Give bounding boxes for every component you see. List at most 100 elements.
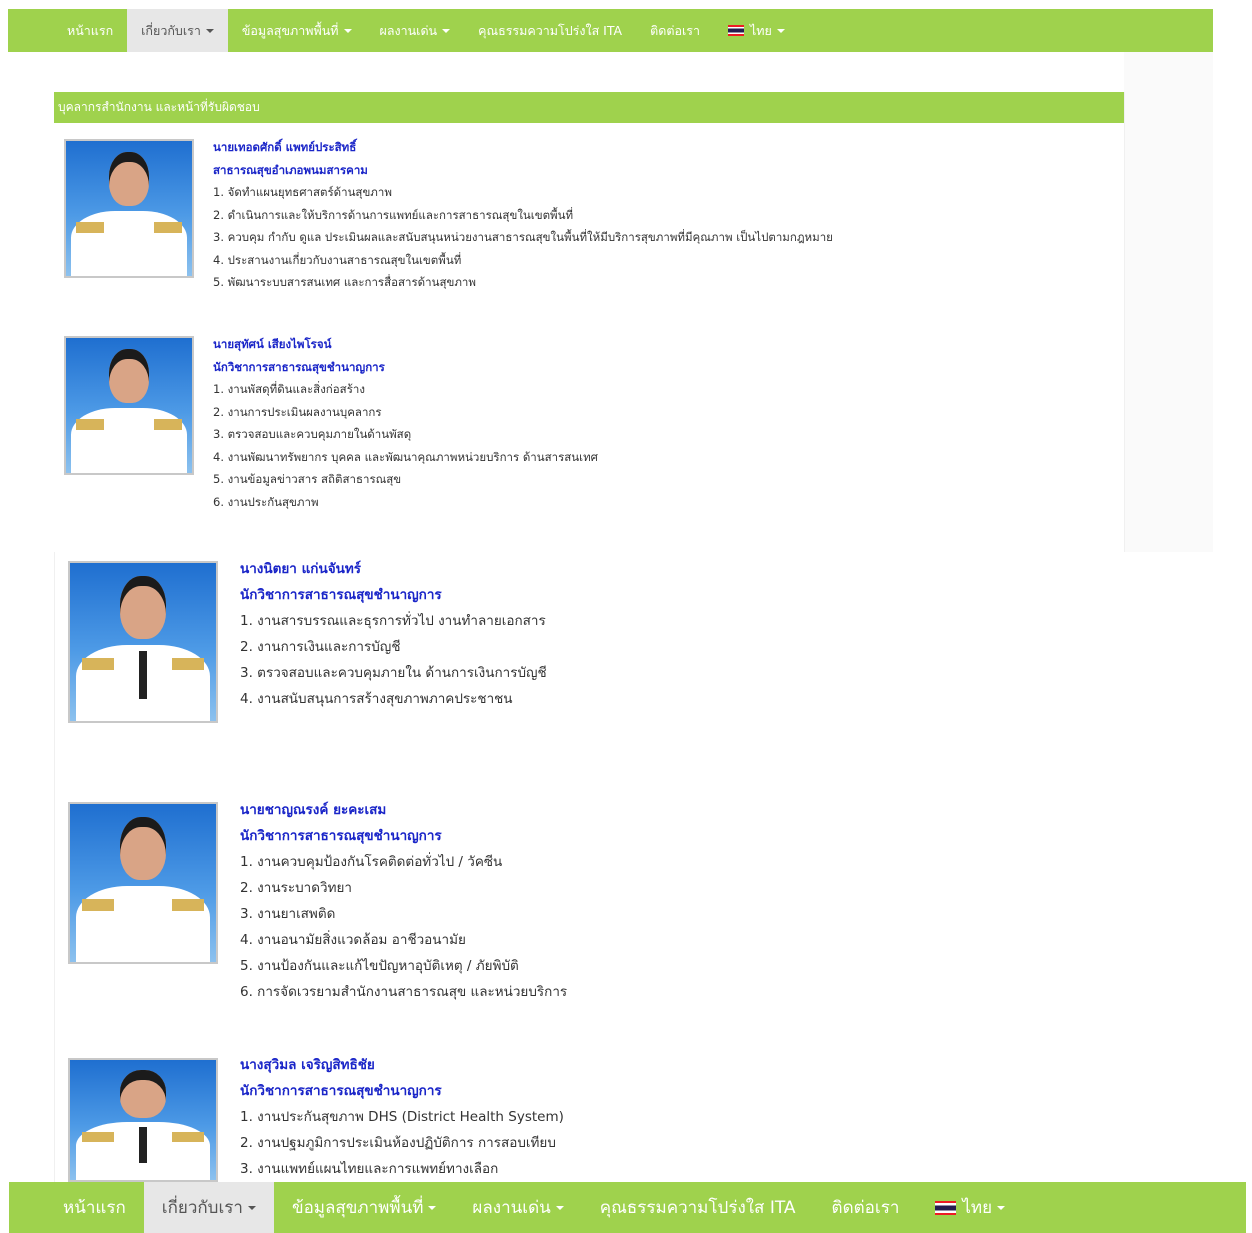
epaulette [172,898,205,912]
nav-language-dropdown[interactable]: ไทย [917,1182,1023,1233]
staff-position: นักวิชาการสาธารณสุขชำนาญการ [213,359,385,374]
nav-health-data-dropdown[interactable]: ข้อมูลสุขภาพพื้นที่ [228,9,366,52]
top-navbar: หน้าแรก เกี่ยวกับเรา ข้อมูลสุขภาพพื้นที่… [8,9,1213,52]
nav-home-link[interactable]: หน้าแรก [53,9,127,52]
face [119,816,167,880]
nav-label: ติดต่อเรา [831,1198,900,1218]
caret-down-icon [997,1205,1006,1210]
face [108,151,150,206]
duty-item: 3. งานแพทย์แผนไทยและการแพทย์ทางเลือก [240,1161,499,1177]
duty-item: 2. งานการประเมินผลงานบุคลากร [213,404,382,419]
nav-home-link[interactable]: หน้าแรก [45,1182,144,1233]
nav-health-data-dropdown[interactable]: ข้อมูลสุขภาพพื้นที่ [274,1182,454,1233]
epaulette [81,898,114,912]
nav-highlights-dropdown[interactable]: ผลงานเด่น [366,9,465,52]
duty-item: 3. ตรวจสอบและควบคุมภายใน ด้านการเงินการบ… [240,665,547,681]
nav-label: คุณธรรมความโปร่งใส ITA [478,22,623,38]
nav-label: ข้อมูลสุขภาพพื้นที่ [241,22,339,38]
epaulette [154,222,182,233]
face [119,1069,167,1118]
caret-down-icon [555,1205,564,1210]
duty-item: 3. งานยาเสพติด [240,906,336,922]
duty-item: 1. งานสารบรรณและธุรการทั่วไป งานทำลายเอก… [240,613,546,629]
duty-item: 2. งานปฐมภูมิการประเมินห้องปฏิบัติการ กา… [240,1135,556,1151]
duty-item: 4. ประสานงานเกี่ยวกับงานสาธารณสุขในเขตพื… [213,252,462,267]
epaulette [76,222,104,233]
duty-item: 5. งานข้อมูลข่าวสาร สถิติสาธารณสุข [213,472,402,486]
duty-item: 6. การจัดเวรยามสำนักงานสาธารณสุข และหน่ว… [240,984,568,1000]
caret-down-icon [343,28,352,33]
nav-about-dropdown[interactable]: เกี่ยวกับเรา [127,9,228,52]
nav-language-dropdown[interactable]: ไทย [714,9,799,52]
nav-label: ไทย [962,1198,993,1218]
staff-name: นายชาญณรงค์ ยะคะเสม [240,802,387,818]
content-frame [54,552,1214,1182]
staff-name: นางสุวิมล เจริญสิทธิชัย [240,1057,375,1073]
epaulette [81,657,114,671]
epaulette [154,419,182,430]
staff-info: นายเทอดศักดิ์ แพทย์ประสิทธิ์ สาธารณสุขอำ… [213,136,833,294]
thai-flag-icon [935,1200,957,1215]
staff-info: นายสุทัศน์ เสียงไพโรจน์ นักวิชาการสาธารณ… [213,333,598,513]
staff-position: นักวิชาการสาธารณสุขชำนาญการ [240,828,442,844]
nav-contact-link[interactable]: ติดต่อเรา [814,1182,918,1233]
duty-item: 5. พัฒนาระบบสารสนเทศ และการสื่อสารด้านสุ… [213,275,476,289]
face [119,575,167,639]
staff-name: นางนิตยา แก่นจันทร์ [240,561,361,577]
panel-heading: บุคลากรสำนักงาน และหน้าที่รับผิดชอบ [54,92,1124,123]
staff-name: นายสุทัศน์ เสียงไพโรจน์ [213,337,332,351]
duty-item: 1. งานพัสดุที่ดินและสิ่งก่อสร้าง [213,382,365,396]
staff-position: นักวิชาการสาธารณสุขชำนาญการ [240,587,442,603]
duty-item: 2. งานระบาดวิทยา [240,880,352,896]
nav-label: หน้าแรก [63,1198,126,1218]
duty-item: 1. งานควบคุมป้องกันโรคติดต่อทั่วไป / วัค… [240,854,503,870]
staff-name: นายเทอดศักดิ์ แพทย์ประสิทธิ์ [213,140,357,154]
caret-down-icon [205,28,214,33]
staff-info: นายชาญณรงค์ ยะคะเสม นักวิชาการสาธารณสุขช… [240,797,567,1005]
face [108,348,150,403]
duty-item: 3. ตรวจสอบและควบคุมภายในด้านพัสดุ [213,427,412,441]
duty-item: 4. งานอนามัยสิ่งแวดล้อม อาชีวอนามัย [240,932,466,948]
staff-photo [64,336,194,475]
tie [138,651,148,699]
duty-item: 1. จัดทำแผนยุทธศาสตร์ด้านสุขภาพ [213,185,392,199]
nav-label: ข้อมูลสุขภาพพื้นที่ [291,1198,424,1218]
caret-down-icon [247,1205,256,1210]
nav-label: ติดต่อเรา [650,22,700,38]
caret-down-icon [442,28,451,33]
staff-position: นักวิชาการสาธารณสุขชำนาญการ [240,1083,442,1099]
nav-contact-link[interactable]: ติดต่อเรา [636,9,714,52]
nav-ita-link[interactable]: คุณธรรมความโปร่งใส ITA [464,9,636,52]
duty-item: 1. งานประกันสุขภาพ DHS (District Health … [240,1109,564,1125]
nav-highlights-dropdown[interactable]: ผลงานเด่น [454,1182,581,1233]
staff-photo [68,1058,218,1182]
thai-flag-icon [727,25,744,36]
nav-label: หน้าแรก [67,22,114,38]
duty-item: 6. งานประกันสุขภาพ [213,494,319,509]
nav-ita-link[interactable]: คุณธรรมความโปร่งใส ITA [582,1182,814,1233]
nav-label: ผลงานเด่น [472,1198,551,1218]
nav-label: ผลงานเด่น [379,22,438,38]
tie [138,1127,148,1164]
duty-item: 3. ควบคุม กำกับ ดูแล ประเมินผลและสนับสนุ… [213,230,833,244]
nav-label: เกี่ยวกับเรา [161,1198,243,1218]
duty-item: 4. งานพัฒนาทรัพยากร บุคคล และพัฒนาคุณภาพ… [213,449,598,464]
page-margin [1124,52,1213,552]
staff-info: นางสุวิมล เจริญสิทธิชัย นักวิชาการสาธารณ… [240,1052,564,1182]
caret-down-icon [776,28,785,33]
duty-item: 5. งานป้องกันและแก้ไขปัญหาอุบัติเหตุ / ภ… [240,958,519,974]
epaulette [81,1132,114,1142]
duty-item: 2. งานการเงินและการบัญชี [240,639,401,655]
duty-item: 4. งานสนับสนุนการสร้างสุขภาพภาคประชาชน [240,691,513,707]
epaulette [172,1132,205,1142]
staff-info: นางนิตยา แก่นจันทร์ นักวิชาการสาธารณสุขช… [240,556,547,712]
staff-photo [68,561,218,723]
caret-down-icon [428,1205,437,1210]
nav-label: ไทย [749,22,772,38]
nav-about-dropdown[interactable]: เกี่ยวกับเรา [143,1182,274,1233]
staff-position: สาธารณสุขอำเภอพนมสารคาม [213,162,368,177]
sticky-navbar: หน้าแรก เกี่ยวกับเรา ข้อมูลสุขภาพพื้นที่… [9,1182,1246,1233]
staff-photo [68,802,218,964]
nav-label: เกี่ยวกับเรา [141,22,201,38]
duty-item: 2. ดำเนินการและให้บริการด้านการแพทย์และก… [213,207,574,222]
